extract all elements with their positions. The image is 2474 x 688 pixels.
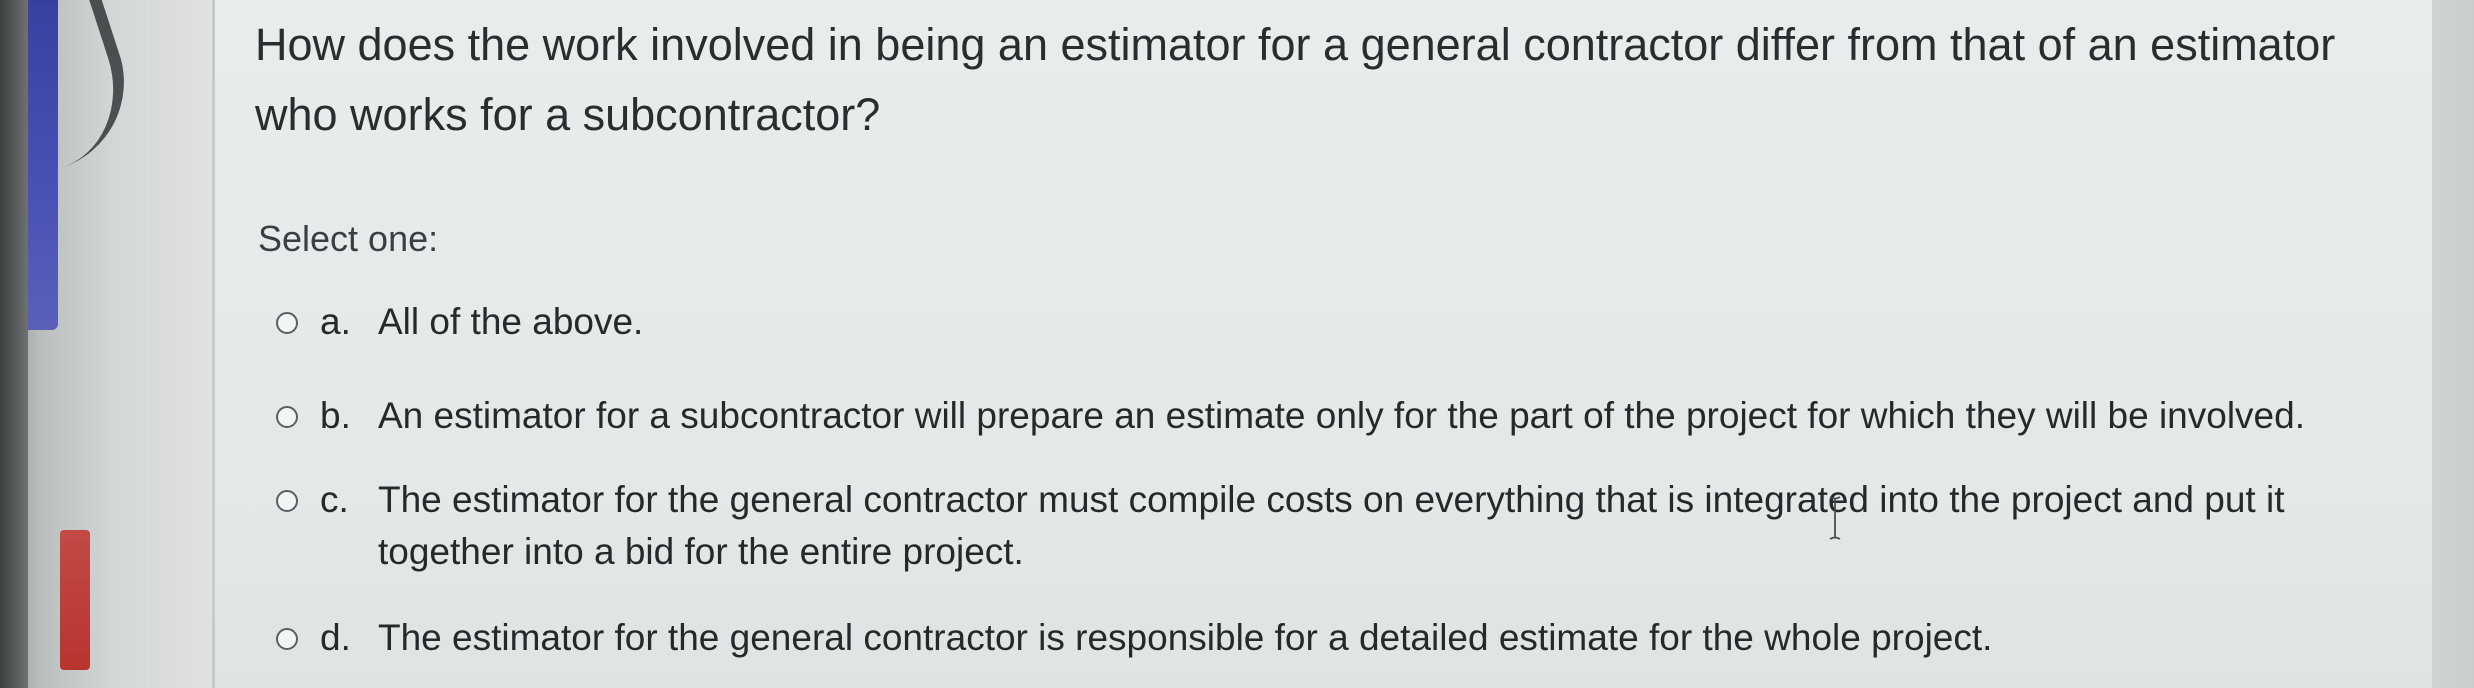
sidebar-blue-strip: [28, 0, 58, 330]
question-text: How does the work involved in being an e…: [255, 19, 2336, 140]
option-text: The estimator for the general contractor…: [378, 617, 1993, 658]
option-text: An estimator for a subcontractor will pr…: [378, 395, 2305, 436]
option-letter: c.: [320, 479, 349, 520]
option-d[interactable]: d. The estimator for the general contrac…: [276, 612, 2376, 664]
text-cursor-icon: [1829, 496, 1841, 540]
select-one-label: Select one:: [258, 218, 439, 259]
option-b[interactable]: b. An estimator for a subcontractor will…: [276, 390, 2376, 442]
option-letter: d.: [320, 617, 351, 658]
radio-unchecked-icon[interactable]: [276, 628, 298, 650]
option-a[interactable]: a. All of the above.: [276, 296, 2376, 348]
sidebar-red-strip: [60, 530, 90, 670]
radio-unchecked-icon[interactable]: [276, 312, 298, 334]
screen-right-edge: [2432, 0, 2474, 688]
option-c[interactable]: c. The estimator for the general contrac…: [276, 474, 2376, 578]
option-text: All of the above.: [378, 301, 644, 342]
radio-unchecked-icon[interactable]: [276, 406, 298, 428]
monitor-bezel: [0, 0, 28, 688]
radio-unchecked-icon[interactable]: [276, 490, 298, 512]
option-text: The estimator for the general contractor…: [378, 479, 2285, 572]
option-letter: b.: [320, 395, 351, 436]
option-letter: a.: [320, 301, 351, 342]
